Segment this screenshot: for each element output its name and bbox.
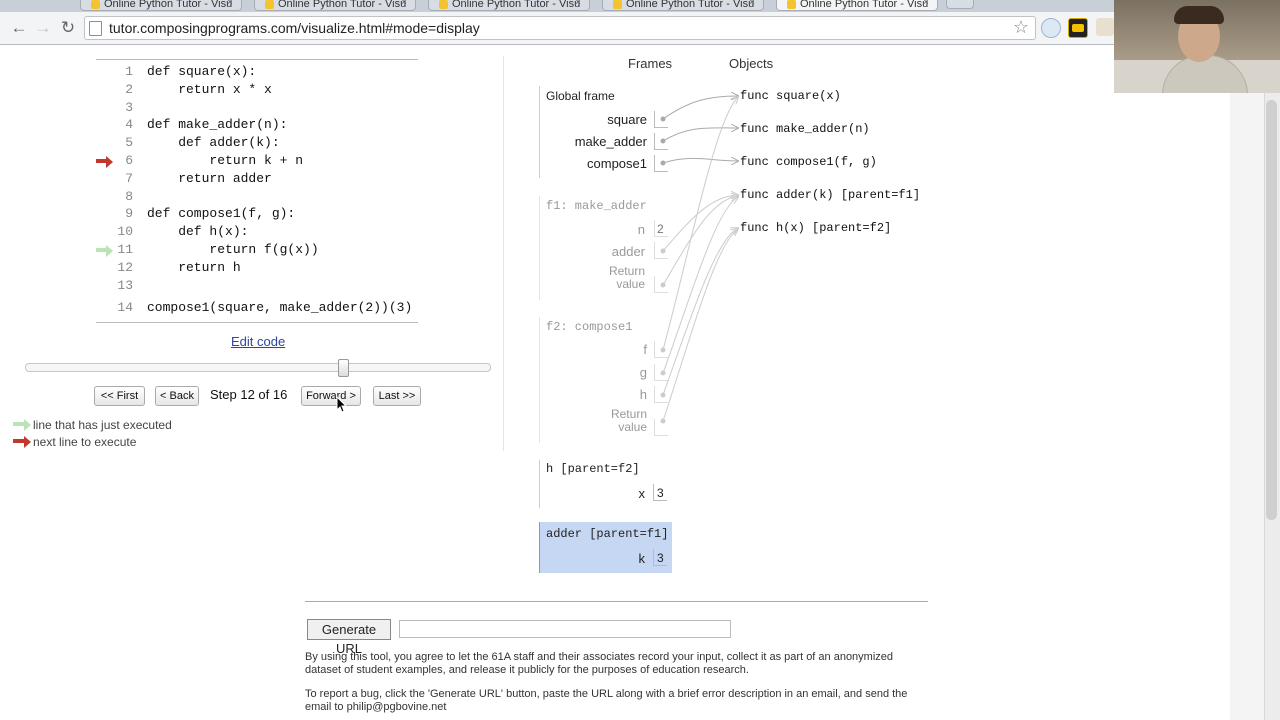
pointer-arrows	[660, 0, 1280, 424]
bug-report-text: To report a bug, click the 'Generate URL…	[305, 688, 908, 713]
generate-url-button[interactable]: Generate URL	[307, 619, 391, 656]
consent-text: By using this tool, you agree to let the…	[305, 651, 894, 676]
generated-url-field[interactable]	[399, 620, 731, 638]
footer-divider	[305, 601, 928, 602]
